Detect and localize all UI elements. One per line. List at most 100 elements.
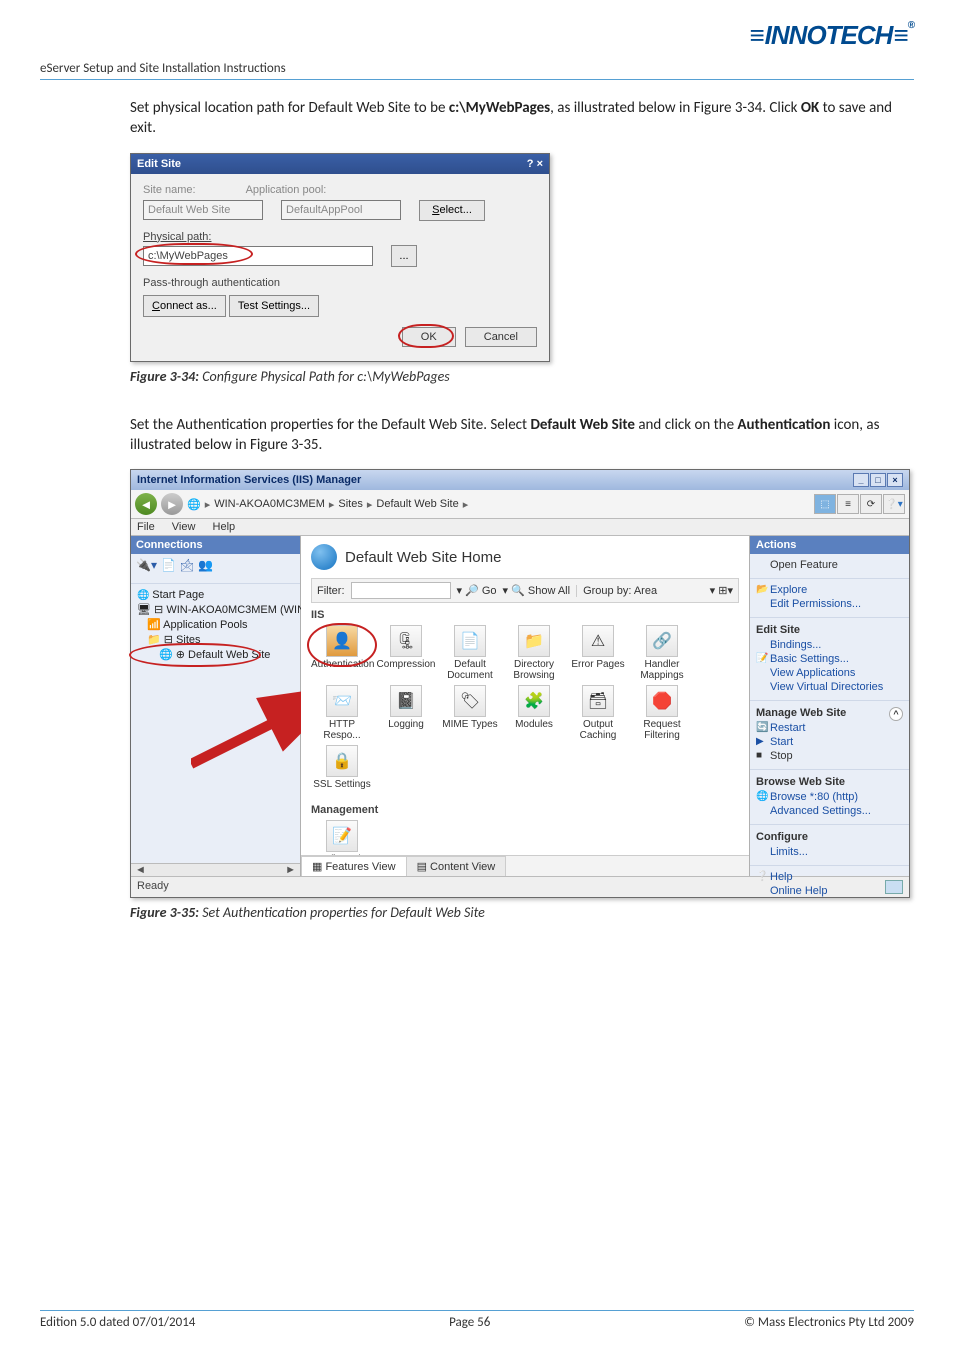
actions-configure-header: Configure	[756, 829, 903, 845]
actions-browse-header: Browse Web Site	[756, 774, 903, 790]
tree-scrollbar[interactable]: ◄►	[131, 863, 300, 876]
action-restart[interactable]: Restart	[756, 721, 903, 735]
footer-page: Page 56	[449, 1315, 490, 1330]
content-pane: Default Web Site Home Filter: ▾ 🔎 Go ▾ 🔍…	[301, 536, 749, 876]
view-switcher[interactable]: ▦ Features View ▤ Content View	[301, 855, 749, 876]
iis-manager-window: Internet Information Services (IIS) Mana…	[130, 469, 910, 898]
figure-3-34-caption: Figure 3-34: Configure Physical Path for…	[130, 368, 914, 385]
action-help[interactable]: Help	[756, 870, 903, 884]
ssl-settings-icon[interactable]: 🔒SSL Settings	[311, 745, 373, 790]
footer-edition: Edition 5.0 dated 07/01/2014	[40, 1315, 195, 1330]
back-button[interactable]: ◄	[135, 493, 157, 515]
tab-content-view[interactable]: ▤ Content View	[406, 856, 507, 876]
site-name-field	[143, 200, 263, 220]
actions-header: Actions	[750, 536, 909, 554]
action-limits[interactable]: Limits...	[756, 845, 903, 859]
physical-path-label: Physical path:	[143, 231, 537, 243]
doc-header: eServer Setup and Site Installation Inst…	[40, 61, 914, 80]
menu-help[interactable]: Help	[213, 521, 236, 533]
directory-browsing-icon[interactable]: 📁Directory Browsing	[503, 625, 565, 681]
modules-icon[interactable]: 🧩Modules	[503, 685, 565, 741]
connections-header: Connections	[131, 536, 300, 554]
cancel-button[interactable]: Cancel	[465, 327, 537, 347]
action-view-applications[interactable]: View Applications	[756, 666, 903, 680]
dialog-titlebar: Edit Site ? ×	[131, 154, 549, 174]
action-open-feature[interactable]: Open Feature	[756, 558, 903, 572]
filter-input[interactable]	[351, 582, 451, 599]
chevron-up-icon[interactable]: ^	[889, 707, 903, 721]
maximize-icon: □	[870, 473, 886, 487]
content-title: Default Web Site Home	[345, 549, 501, 566]
tree-default-web-site[interactable]: ⊕ Default Web Site	[135, 647, 296, 662]
ok-button[interactable]: OK	[402, 327, 456, 347]
edit-site-dialog: Edit Site ? × Site name: Application poo…	[130, 153, 550, 362]
logging-icon[interactable]: 📓Logging	[375, 685, 437, 741]
paragraph-1: Set physical location path for Default W…	[130, 98, 914, 139]
action-advanced-settings[interactable]: Advanced Settings...	[756, 804, 903, 818]
site-name-label: Site name:	[143, 184, 196, 196]
page-footer: Edition 5.0 dated 07/01/2014 Page 56 © M…	[40, 1310, 914, 1330]
forward-button[interactable]: ►	[161, 493, 183, 515]
output-caching-icon[interactable]: 🗃Output Caching	[567, 685, 629, 741]
menu-view[interactable]: View	[172, 521, 196, 533]
help-button[interactable]: ❔▾	[883, 494, 905, 514]
filter-bar[interactable]: Filter: ▾ 🔎 Go ▾ 🔍 Show All Group by: Ar…	[311, 578, 739, 603]
section-management: Management	[311, 804, 739, 816]
action-stop[interactable]: Stop	[756, 749, 903, 763]
menu-file[interactable]: File	[137, 521, 155, 533]
actions-panel: Actions Open Feature Explore Edit Permis…	[749, 536, 909, 876]
request-filtering-icon[interactable]: 🛑Request Filtering	[631, 685, 693, 741]
mime-types-icon[interactable]: 🏷MIME Types	[439, 685, 501, 741]
connect-as-button[interactable]: Connect as...	[143, 295, 226, 317]
compression-icon[interactable]: 🗜Compression	[375, 625, 437, 681]
breadcrumb[interactable]: 🌐▸ WIN-AKOA0MC3MEM▸ Sites▸ Default Web S…	[187, 498, 810, 511]
section-iis: IIS	[311, 609, 739, 621]
error-pages-icon[interactable]: ⚠Error Pages	[567, 625, 629, 681]
actions-edit-site-header: Edit Site	[756, 622, 903, 638]
annotation-circle-icon	[129, 643, 261, 667]
dialog-title: Edit Site	[137, 158, 181, 170]
action-view-virtual-directories[interactable]: View Virtual Directories	[756, 680, 903, 694]
menu-bar[interactable]: File View Help	[131, 519, 909, 536]
tab-features-view[interactable]: ▦ Features View	[301, 856, 407, 876]
handler-mappings-icon[interactable]: 🔗Handler Mappings	[631, 625, 693, 681]
connections-tree[interactable]: Start Page ⊟ WIN-AKOA0MC3MEM (WIN-AKO Ap…	[131, 584, 300, 863]
dialog-help-close[interactable]: ? ×	[527, 158, 543, 170]
physical-path-field[interactable]	[143, 246, 373, 266]
action-browse-80[interactable]: Browse *:80 (http)	[756, 790, 903, 804]
tree-app-pools[interactable]: Application Pools	[135, 617, 296, 632]
authentication-icon[interactable]: 👤Authentication	[311, 625, 373, 681]
app-pool-label: Application pool:	[246, 184, 327, 196]
actions-manage-header: Manage Web Site^	[756, 705, 903, 721]
action-start[interactable]: Start	[756, 735, 903, 749]
http-response-icon[interactable]: 📨HTTP Respo...	[311, 685, 373, 741]
close-icon: ×	[887, 473, 903, 487]
connect-icon: 🔌▾	[136, 558, 157, 579]
test-settings-button[interactable]: Test Settings...	[229, 295, 319, 317]
tree-start-page[interactable]: Start Page	[135, 588, 296, 602]
action-bindings[interactable]: Bindings...	[756, 638, 903, 652]
action-explore[interactable]: Explore	[756, 583, 903, 597]
footer-copyright: © Mass Electronics Pty Ltd 2009	[744, 1315, 914, 1330]
window-title: Internet Information Services (IIS) Mana…	[137, 474, 361, 486]
window-titlebar: Internet Information Services (IIS) Mana…	[131, 470, 909, 490]
connections-toolbar[interactable]: 🔌▾📄🖄👥	[131, 554, 300, 584]
app-pool-field	[281, 200, 401, 220]
tree-server[interactable]: ⊟ WIN-AKOA0MC3MEM (WIN-AKO	[135, 602, 296, 617]
action-basic-settings[interactable]: Basic Settings...	[756, 652, 903, 666]
select-button[interactable]: SSelect...elect...	[419, 200, 485, 221]
connections-panel: Connections 🔌▾📄🖄👥 Start Page ⊟ WIN-AKOA0…	[131, 536, 301, 876]
default-document-icon[interactable]: 📄Default Document	[439, 625, 501, 681]
site-globe-icon	[311, 544, 337, 570]
figure-3-35-caption: Figure 3-35: Set Authentication properti…	[130, 904, 914, 921]
window-buttons[interactable]: _□×	[852, 473, 903, 487]
action-edit-permissions[interactable]: Edit Permissions...	[756, 597, 903, 611]
toolbar-button[interactable]: ⟳	[860, 494, 882, 514]
toolbar-button[interactable]: ≡	[837, 494, 859, 514]
action-online-help[interactable]: Online Help	[756, 884, 903, 898]
globe-icon: 🌐	[187, 498, 201, 511]
brand-logo: INNOTECH®	[40, 20, 914, 51]
paragraph-2: Set the Authentication properties for th…	[130, 415, 914, 456]
toolbar-button[interactable]: ⬚	[814, 494, 836, 514]
browse-button[interactable]: ...	[391, 245, 417, 267]
